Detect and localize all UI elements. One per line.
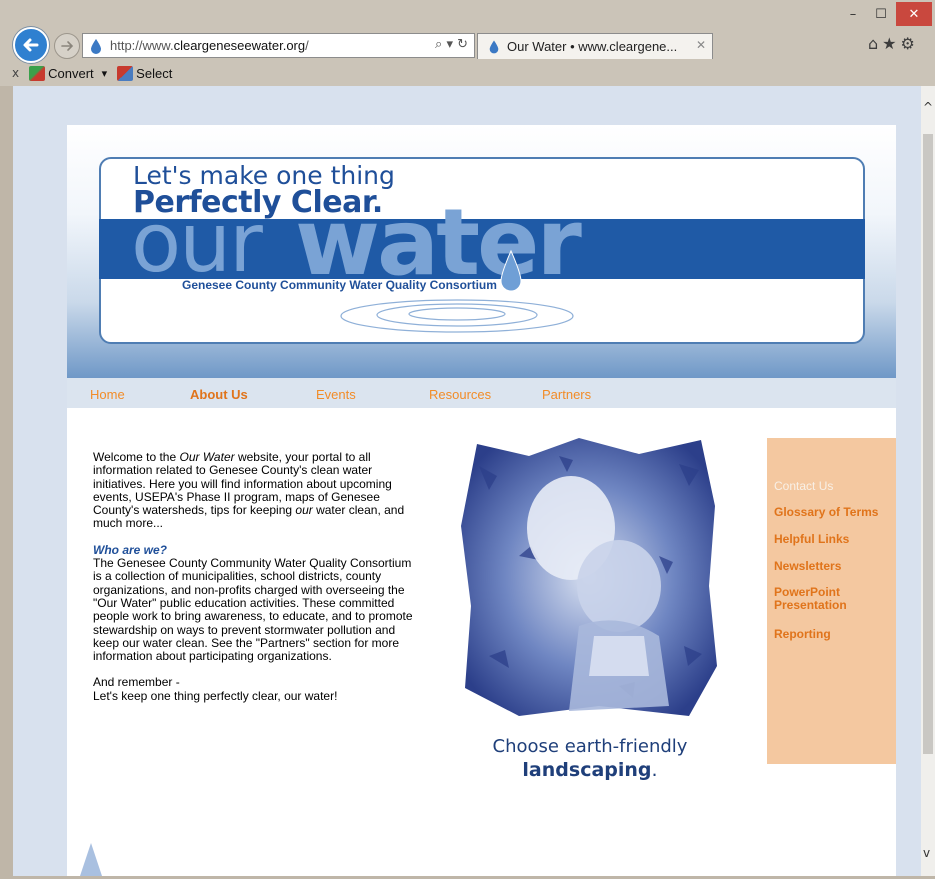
photo-caption-line-2: landscaping. bbox=[465, 759, 715, 781]
search-refresh-icon[interactable]: ⌕ ▾ ↻ bbox=[435, 37, 468, 52]
who-heading: Who are we? bbox=[93, 542, 168, 557]
sidebar-contact-us[interactable]: Contact Us bbox=[774, 480, 894, 493]
toolbar-close-icon[interactable]: x bbox=[12, 66, 19, 80]
main-nav: Home About Us Events Resources Partners bbox=[67, 378, 896, 408]
favorites-star-icon[interactable]: ★ bbox=[882, 34, 896, 53]
sidebar-reporting[interactable]: Reporting bbox=[774, 628, 894, 641]
sidebar-glossary[interactable]: Glossary of Terms bbox=[774, 506, 894, 519]
tab-favicon-icon bbox=[489, 40, 499, 54]
scroll-up-icon[interactable]: ^ bbox=[923, 100, 933, 114]
web-page: Let's make one thing Perfectly Clear. ou… bbox=[67, 125, 896, 876]
remember-paragraph: And remember - Let's keep one thing perf… bbox=[93, 676, 413, 703]
command-toolbar: x Convert ▾ Select bbox=[0, 62, 935, 84]
url-suffix: / bbox=[305, 38, 309, 53]
url-domain: cleargeneseewater.org bbox=[173, 38, 306, 53]
convert-label: Convert bbox=[48, 65, 94, 81]
nav-about-us[interactable]: About Us bbox=[190, 387, 248, 402]
forward-arrow-icon bbox=[61, 41, 74, 51]
remember-line-1: And remember - bbox=[93, 675, 180, 690]
sidebar-powerpoint[interactable]: PowerPoint Presentation bbox=[774, 586, 894, 612]
tab-close-icon[interactable]: ✕ bbox=[696, 38, 706, 52]
scroll-thumb[interactable] bbox=[923, 134, 933, 754]
site-favicon-icon bbox=[91, 38, 101, 54]
water-drop-icon bbox=[500, 249, 522, 292]
consortium-name: Genesee County Community Water Quality C… bbox=[182, 278, 497, 292]
minimize-button[interactable]: – bbox=[840, 2, 866, 26]
water-ripples-icon bbox=[340, 299, 574, 333]
select-label: Select bbox=[136, 65, 173, 81]
intro-text: Welcome to the Our Water website, your p… bbox=[93, 450, 413, 716]
welcome-emphasis-2: our bbox=[295, 503, 313, 518]
tab-our-water[interactable]: Our Water • www.cleargene... ✕ bbox=[477, 33, 713, 59]
brand-our: our bbox=[131, 196, 263, 291]
caption-bold-word: landscaping bbox=[522, 759, 652, 781]
forward-button[interactable] bbox=[54, 33, 80, 59]
who-paragraph: Who are we? The Genesee County Community… bbox=[93, 542, 413, 664]
tab-title: Our Water • www.cleargene... bbox=[507, 39, 678, 54]
back-arrow-icon bbox=[23, 38, 39, 52]
caption-period: . bbox=[651, 759, 658, 781]
sidebar-newsletters[interactable]: Newsletters bbox=[774, 560, 894, 573]
page-viewport: Let's make one thing Perfectly Clear. ou… bbox=[13, 86, 921, 876]
brand-water: water bbox=[295, 189, 582, 296]
children-in-leaves-photo bbox=[461, 438, 717, 716]
nav-home[interactable]: Home bbox=[90, 387, 125, 402]
convert-pdf-icon bbox=[29, 65, 46, 81]
remember-line-2: Let's keep one thing perfectly clear, ou… bbox=[93, 688, 338, 703]
convert-dropdown-icon[interactable]: ▾ bbox=[102, 67, 108, 80]
select-button[interactable]: Select bbox=[117, 65, 173, 81]
welcome-text-1: Welcome to the bbox=[93, 450, 180, 464]
browser-chrome: – ☐ ✕ http://www.cleargeneseewater.org/ … bbox=[0, 0, 935, 86]
sidebar-links: Contact Us Glossary of Terms Helpful Lin… bbox=[767, 438, 896, 764]
who-body: The Genesee County Community Water Quali… bbox=[93, 556, 413, 664]
welcome-paragraph: Welcome to the Our Water website, your p… bbox=[93, 450, 413, 531]
address-bar[interactable]: http://www.cleargeneseewater.org/ ⌕ ▾ ↻ bbox=[82, 33, 475, 58]
browser-right-icons: ⌂ ★ ⚙ bbox=[868, 34, 915, 53]
url-text[interactable]: http://www.cleargeneseewater.org/ bbox=[110, 38, 309, 53]
select-pdf-icon bbox=[117, 65, 134, 81]
site-banner: Let's make one thing Perfectly Clear. ou… bbox=[67, 125, 896, 378]
nav-events[interactable]: Events bbox=[316, 387, 356, 402]
vertical-scrollbar[interactable]: ^ v bbox=[921, 86, 935, 876]
maximize-button[interactable]: ☐ bbox=[868, 2, 894, 26]
tools-gear-icon[interactable]: ⚙ bbox=[901, 34, 915, 53]
close-window-button[interactable]: ✕ bbox=[896, 2, 932, 26]
nav-partners[interactable]: Partners bbox=[542, 387, 591, 402]
nav-resources[interactable]: Resources bbox=[429, 387, 491, 402]
convert-button[interactable]: Convert ▾ bbox=[29, 65, 108, 81]
back-button[interactable] bbox=[13, 27, 49, 63]
url-prefix: http://www. bbox=[110, 38, 174, 53]
sidebar-helpful-links[interactable]: Helpful Links bbox=[774, 533, 894, 546]
bottom-drop-icon bbox=[80, 843, 102, 876]
home-icon[interactable]: ⌂ bbox=[868, 34, 878, 53]
photo-caption-line-1: Choose earth-friendly bbox=[492, 736, 688, 757]
welcome-emphasis: Our Water bbox=[179, 450, 235, 464]
scroll-down-icon[interactable]: v bbox=[923, 846, 930, 860]
